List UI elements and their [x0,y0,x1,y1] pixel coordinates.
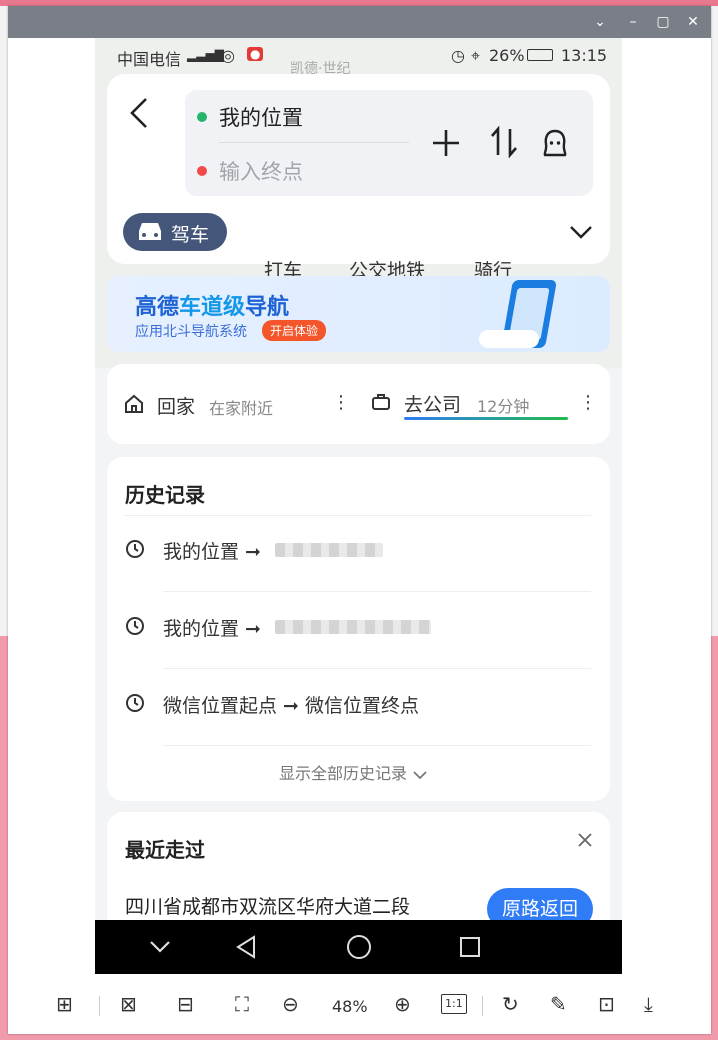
origin-dot [197,112,207,122]
phone-screenshot: 凯德·世纪 中国电信 ▂▃▅▇ ◎ ● ◷ ⌖ 26% 13:15 我的位置 输… [95,38,622,974]
history-item-text: 微信位置起点 ➞ 微信位置终点 [163,695,419,717]
android-nav-bar [95,920,622,974]
recent-title: 最近走过 [125,838,205,862]
home-icon [123,393,145,415]
history-item[interactable]: 我的位置 ➞ [125,537,565,577]
show-all-history-label: 显示全部历史记录 [279,764,408,783]
nav-recents-icon[interactable] [459,936,481,958]
layout-icon[interactable]: ⊞ [56,992,73,1016]
history-clock-icon [125,693,145,713]
toolbar-divider [482,996,483,1016]
redacted-destination [275,620,431,634]
history-clock-icon [125,616,145,636]
viewer-titlebar: ⌄ – ▢ ✕ [8,6,711,38]
chevron-down-icon [412,769,428,781]
clock-time: 13:15 [561,46,608,65]
mic-icon: ● [247,47,264,61]
shortcut-card: 回家 在家附近 ⋮ 去公司 12分钟 ⋮ [107,364,610,444]
rotate-icon[interactable]: ↻ [502,992,519,1016]
history-item-text: 我的位置 ➞ [163,618,261,640]
history-divider [125,515,591,516]
window-maximize-icon[interactable]: ▢ [655,14,671,30]
history-item[interactable]: 我的位置 ➞ [125,614,565,654]
history-divider [163,591,591,592]
close-icon[interactable] [577,832,593,848]
work-label[interactable]: 去公司 [404,390,461,417]
redacted-destination [275,543,383,557]
history-item[interactable]: 微信位置起点 ➞ 微信位置终点 [125,691,565,731]
banner-title-part-c: 导航 [245,295,290,320]
swap-route-icon[interactable] [489,126,519,158]
banner-title-part-b: 车道级 [179,295,246,320]
work-icon [371,392,391,412]
crop-icon[interactable]: ⊡ [598,992,615,1016]
ocr-icon[interactable]: ⊟ [177,992,194,1016]
window-dropdown-icon[interactable]: ⌄ [592,14,608,30]
signal-icon: ▂▃▅▇ [187,48,224,62]
origin-field[interactable]: 我的位置 [219,102,303,132]
banner-badge[interactable]: 开启体验 [262,320,327,341]
lane-navigation-banner[interactable]: 高德车道级导航 应用北斗导航系统 开启体验 [107,276,610,352]
show-all-history-link[interactable]: 显示全部历史记录 [279,760,428,784]
work-sub: 12分钟 [477,397,530,416]
window-minimize-icon[interactable]: – [625,14,641,30]
nav-collapse-icon[interactable] [149,940,171,954]
field-divider [219,142,409,143]
work-eta-bar [404,417,568,420]
window-close-icon[interactable]: ✕ [685,14,701,30]
tab-drive[interactable]: 驾车 [123,213,227,251]
work-more-icon[interactable]: ⋮ [579,392,597,413]
home-sub: 在家附近 [209,399,274,418]
voice-assistant-icon[interactable] [541,128,569,158]
destination-field[interactable]: 输入终点 [219,156,303,186]
history-clock-icon [125,539,145,559]
viewer-toolbar: ⊞ ⊠ ⊟ ⛶ ⊖ 48% ⊕ 1:1 ↻ ✎ ⊡ ⤓ [8,976,711,1034]
fullscreen-icon[interactable]: ⛶ [235,992,249,1016]
history-card: 历史记录 我的位置 ➞ 我的位置 ➞ 微信位置起点 ➞ 微信位置终点 显示全部历… [107,457,610,801]
history-item-text: 我的位置 ➞ [163,541,261,563]
nav-home-icon[interactable] [346,934,372,960]
banner-title-part-a: 高德 [135,295,180,320]
fit-window-icon[interactable]: ⊠ [120,992,137,1016]
destination-dot [197,166,207,176]
back-icon[interactable] [127,96,151,130]
banner-title: 高德车道级导航 [135,289,289,321]
download-icon[interactable]: ⤓ [644,992,653,1016]
toolbar-divider [99,996,100,1016]
tab-drive-label: 驾车 [171,224,210,246]
edit-icon[interactable]: ✎ [550,992,567,1016]
history-title: 历史记录 [125,483,205,507]
actual-size-button[interactable]: 1:1 [441,994,467,1014]
history-divider [163,745,591,746]
route-search-box: 我的位置 输入终点 [185,90,593,196]
battery-percent: 26% [489,46,525,65]
alarm-icon: ◷ [451,46,465,65]
status-bar: 中国电信 ▂▃▅▇ ◎ ● ◷ ⌖ 26% 13:15 [95,38,622,74]
more-tabs-chevron-icon[interactable] [569,224,593,240]
carrier-name: 中国电信 [117,50,182,69]
home-more-icon[interactable]: ⋮ [332,392,350,413]
zoom-out-icon[interactable]: ⊖ [282,992,299,1016]
route-search-card: 我的位置 输入终点 驾车 打车 公交地铁 骑行 [107,74,610,282]
banner-subtitle: 应用北斗导航系统 [135,324,247,340]
home-label[interactable]: 回家 [157,392,195,419]
zoom-in-icon[interactable]: ⊕ [394,992,411,1016]
car-icon [135,218,165,244]
zoom-level: 48% [332,997,368,1016]
wifi-icon: ◎ [221,46,235,65]
add-waypoint-icon[interactable] [431,128,461,158]
location-icon: ⌖ [471,46,481,65]
car-illustration [479,330,539,348]
nav-back-icon[interactable] [235,935,257,959]
history-divider [163,668,591,669]
battery-icon [527,49,553,61]
recent-address: 四川省成都市双流区华府大道二段 [125,896,411,918]
